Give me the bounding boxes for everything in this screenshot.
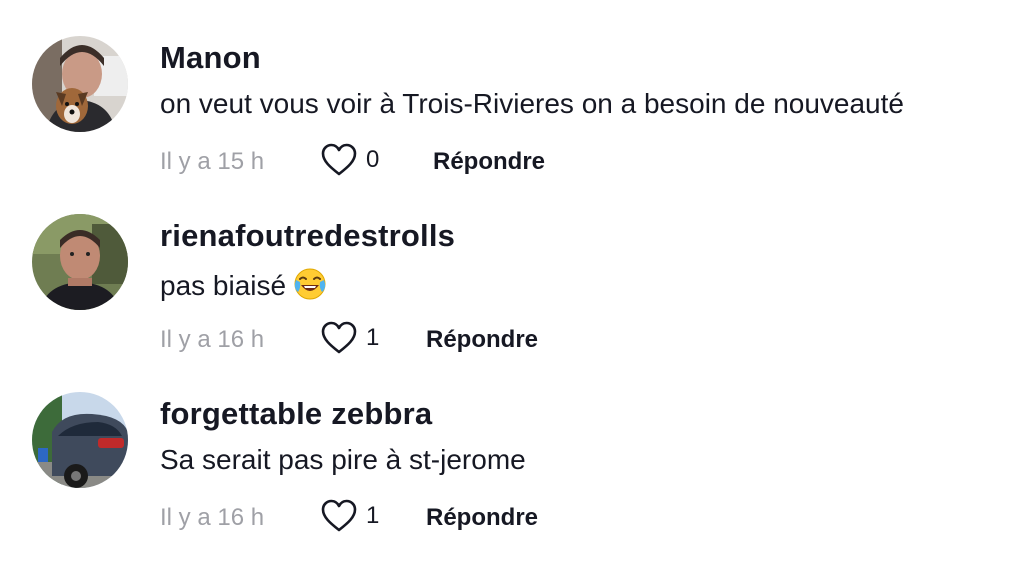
heart-outline-icon: [321, 143, 357, 176]
comment-username[interactable]: forgettable zebbra: [160, 396, 432, 432]
like-button[interactable]: 0: [320, 140, 379, 180]
reply-button[interactable]: Répondre: [426, 504, 538, 532]
reply-button[interactable]: Répondre: [426, 326, 538, 354]
comment-username[interactable]: Manon: [160, 40, 261, 76]
user-avatar-icon: [32, 36, 128, 132]
comment-text: Sa serait pas pire à st-jerome: [160, 444, 526, 475]
comment-list: Manon on veut vous voir à Trois-Rivieres…: [0, 0, 1032, 562]
avatar[interactable]: [32, 36, 128, 132]
comment-item: forgettable zebbra Sa serait pas pire à …: [0, 392, 1032, 552]
comment-timestamp: Il y a 16 h: [160, 326, 265, 353]
like-count: 1: [366, 502, 380, 529]
like-button[interactable]: 1: [320, 496, 379, 536]
comment-item: Manon on veut vous voir à Trois-Rivieres…: [0, 36, 1032, 196]
comment-text: pas biaisé: [160, 266, 328, 302]
user-avatar-icon: [32, 214, 128, 310]
heart-outline-icon: [321, 321, 357, 354]
comment-timestamp: Il y a 16 h: [160, 504, 265, 531]
avatar[interactable]: [32, 392, 128, 488]
comment-timestamp: Il y a 15 h: [160, 148, 265, 175]
comment-text: on veut vous voir à Trois-Rivieres on a …: [160, 88, 904, 119]
user-avatar-icon: [32, 392, 128, 488]
comment-username[interactable]: rienafoutredestrolls: [160, 218, 455, 254]
like-button[interactable]: 1: [320, 318, 379, 358]
face-with-tears-of-joy-icon: [294, 268, 326, 300]
reply-button[interactable]: Répondre: [433, 148, 545, 176]
like-count: 0: [366, 146, 380, 173]
heart-outline-icon: [321, 499, 357, 532]
like-count: 1: [366, 324, 380, 351]
avatar[interactable]: [32, 214, 128, 310]
comment-text-content: pas biaisé: [160, 270, 287, 301]
comment-item: rienafoutredestrolls pas biaisé Il y a 1…: [0, 214, 1032, 374]
